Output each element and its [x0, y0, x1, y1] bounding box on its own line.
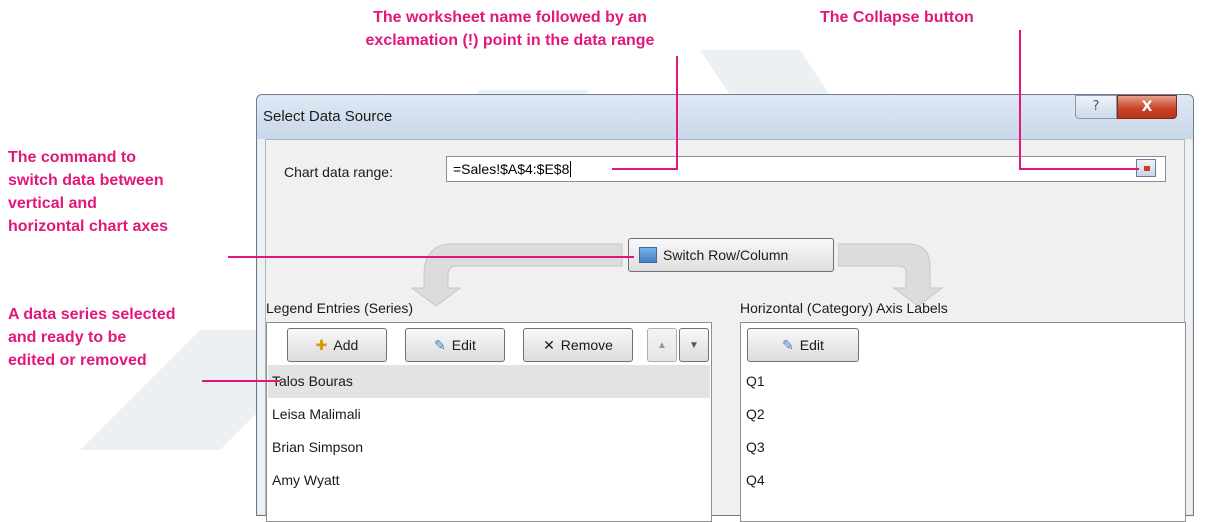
axis-toolbar: ✎ Edit	[743, 325, 1183, 363]
callout-line-2: switch data between	[8, 172, 164, 189]
callout-line-3: edited or removed	[8, 352, 147, 369]
category-label: Q4	[746, 472, 765, 488]
help-button[interactable]: ?	[1075, 95, 1117, 119]
close-button[interactable]: X	[1117, 95, 1177, 119]
series-name: Leisa Malimali	[272, 406, 361, 422]
remove-series-label: Remove	[560, 337, 613, 353]
series-row[interactable]: Amy Wyatt	[268, 464, 710, 497]
category-row[interactable]: Q4	[742, 464, 1184, 497]
callout-line-3: vertical and	[8, 195, 97, 212]
category-label: Q2	[746, 406, 765, 422]
left-curved-arrow-icon	[410, 243, 623, 306]
legend-toolbar: ✚ Add ✎ Edit ✕ Remove ▲ ▼	[269, 325, 709, 363]
callout-series-selected: A data series selected and ready to be e…	[8, 303, 176, 372]
switch-row-column-icon	[639, 247, 657, 263]
category-label: Q1	[746, 373, 765, 389]
move-down-button[interactable]: ▼	[679, 328, 709, 362]
callout-line-1: The worksheet name followed by an	[373, 9, 647, 26]
remove-icon: ✕	[543, 336, 555, 353]
leader-line-switch	[228, 256, 634, 258]
collapse-button[interactable]	[1136, 159, 1156, 177]
callout-line-1: The command to	[8, 149, 137, 166]
callout-line-1: A data series selected	[8, 306, 176, 323]
leader-line-collapse-h	[1019, 168, 1139, 170]
leader-line-worksheet-name	[676, 56, 678, 170]
add-series-label: Add	[333, 337, 359, 353]
switch-row-column-label: Switch Row/Column	[663, 247, 789, 263]
category-row[interactable]: Q1	[742, 365, 1184, 398]
series-name: Talos Bouras	[272, 373, 353, 389]
legend-entries-label: Legend Entries (Series)	[266, 300, 414, 316]
move-up-button[interactable]: ▲	[647, 328, 677, 362]
dialog-body: Chart data range: =Sales!$A$4:$E$8 Switc…	[265, 139, 1186, 522]
move-up-icon: ▲	[657, 339, 667, 351]
dialog-title: Select Data Source	[263, 108, 393, 125]
category-label: Q3	[746, 439, 765, 455]
series-name: Brian Simpson	[272, 439, 364, 455]
callout-line-2: and ready to be	[8, 329, 127, 346]
series-name: Amy Wyatt	[272, 472, 340, 488]
series-row[interactable]: Leisa Malimali	[268, 398, 710, 431]
series-row[interactable]: Talos Bouras	[268, 365, 710, 398]
text-cursor	[570, 161, 572, 177]
chart-data-range-label: Chart data range:	[284, 164, 393, 180]
legend-entries-panel: ✚ Add ✎ Edit ✕ Remove ▲ ▼ Talos Bouras L…	[266, 322, 712, 522]
leader-line-collapse	[1019, 30, 1021, 170]
remove-series-button[interactable]: ✕ Remove	[523, 328, 633, 362]
add-series-button[interactable]: ✚ Add	[287, 328, 387, 362]
callout-collapse-button: The Collapse button	[820, 9, 974, 26]
callout-line-4: horizontal chart axes	[8, 218, 169, 235]
series-row[interactable]: Brian Simpson	[268, 431, 710, 464]
switch-row-column-button[interactable]: Switch Row/Column	[628, 238, 834, 272]
axis-labels-label: Horizontal (Category) Axis Labels	[740, 300, 948, 316]
category-row[interactable]: Q3	[742, 431, 1184, 464]
edit-axis-labels-button[interactable]: ✎ Edit	[747, 328, 859, 362]
callout-line-2: exclamation (!) point in the data range	[365, 32, 655, 49]
edit-series-label: Edit	[451, 337, 476, 353]
add-icon: ✚	[315, 336, 328, 353]
leader-line-worksheet-name-h	[612, 168, 678, 170]
callout-worksheet-name: The worksheet name followed by an exclam…	[300, 6, 720, 52]
edit-axis-labels-label: Edit	[799, 337, 824, 353]
right-curved-arrow-icon	[838, 243, 944, 306]
callout-switch-command: The command to switch data between verti…	[8, 146, 168, 238]
edit-series-button[interactable]: ✎ Edit	[405, 328, 505, 362]
chart-data-range-value: =Sales!$A$4:$E$8	[453, 161, 570, 177]
select-data-source-dialog: Select Data Source ? X Chart data range:…	[256, 94, 1194, 522]
move-down-icon: ▼	[689, 339, 699, 351]
leader-line-series	[202, 380, 280, 382]
category-row[interactable]: Q2	[742, 398, 1184, 431]
title-bar: Select Data Source ? X	[257, 95, 1193, 139]
axis-labels-panel: ✎ Edit Q1 Q2 Q3 Q4	[740, 322, 1186, 522]
edit-icon: ✎	[782, 336, 794, 353]
edit-icon: ✎	[434, 336, 446, 353]
